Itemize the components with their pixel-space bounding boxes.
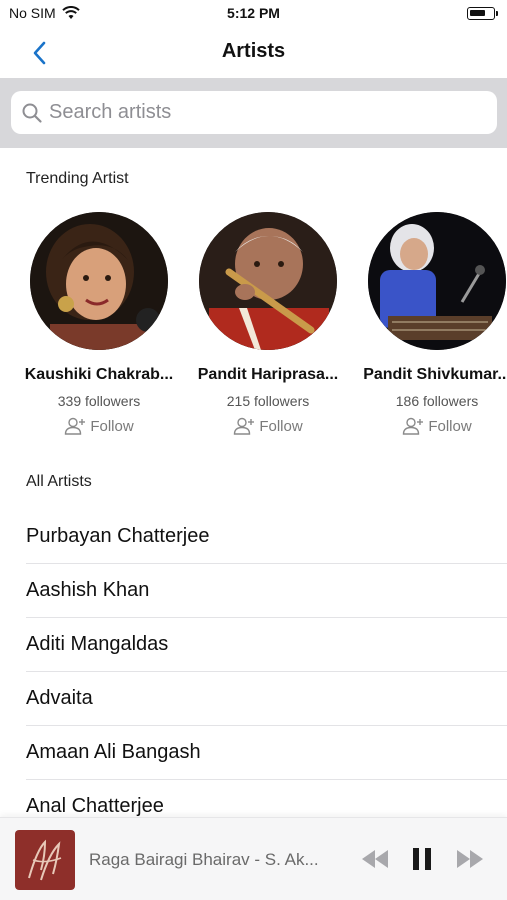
album-art-image: [15, 830, 75, 890]
follow-label: Follow: [428, 417, 472, 435]
list-item[interactable]: Aashish Khan: [26, 564, 507, 618]
list-item[interactable]: Purbayan Chatterjee: [26, 510, 507, 564]
all-artists-heading: All Artists: [26, 473, 92, 490]
list-item[interactable]: Advaita: [26, 672, 507, 726]
nav-bar: Artists: [0, 28, 507, 78]
add-user-icon: [403, 417, 424, 435]
pause-icon[interactable]: [410, 846, 434, 872]
follow-button[interactable]: Follow: [402, 417, 472, 435]
follow-label: Follow: [259, 417, 303, 435]
page-title: Artists: [221, 40, 286, 62]
list-item[interactable]: Amaan Ali Bangash: [26, 726, 507, 780]
artist-list: Purbayan Chatterjee Aashish Khan Aditi M…: [0, 510, 507, 834]
search-bar: [0, 78, 507, 148]
status-time: 5:12 PM: [227, 5, 280, 21]
artist-followers: 339 followers: [57, 393, 141, 409]
artist-followers: 186 followers: [395, 393, 479, 409]
add-user-icon: [65, 417, 86, 435]
status-bar: No SIM 5:12 PM: [0, 0, 507, 28]
follow-label: Follow: [90, 417, 134, 435]
artist-followers: 215 followers: [226, 393, 310, 409]
artist-avatar[interactable]: [30, 212, 168, 350]
trending-artist-card[interactable]: Pandit Shivkumar... 186 followers Follow: [352, 212, 507, 440]
artist-avatar[interactable]: [199, 212, 337, 350]
artist-photo: [30, 212, 168, 350]
search-box[interactable]: [11, 91, 497, 134]
trending-artist-card[interactable]: Pandit Hariprasa... 215 followers Follow: [183, 212, 353, 440]
follow-button[interactable]: Follow: [233, 417, 303, 435]
trending-artists: Kaushiki Chakrab... 339 followers Follow: [0, 212, 507, 442]
battery-icon: [467, 7, 498, 20]
album-art[interactable]: [15, 830, 75, 890]
list-item[interactable]: Aditi Mangaldas: [26, 618, 507, 672]
artist-name: Kaushiki Chakrab...: [24, 366, 174, 383]
search-input[interactable]: [49, 101, 469, 124]
trending-heading: Trending Artist: [26, 170, 129, 187]
fast-forward-icon[interactable]: [455, 846, 485, 872]
artist-name: Pandit Hariprasa...: [197, 366, 339, 383]
rewind-icon[interactable]: [360, 846, 390, 872]
add-user-icon: [234, 417, 255, 435]
artist-avatar[interactable]: [368, 212, 506, 350]
track-title: Raga Bairagi Bhairav - S. Ak...: [89, 850, 319, 869]
artist-name: Pandit Shivkumar...: [363, 366, 507, 383]
artist-photo: [368, 212, 506, 350]
follow-button[interactable]: Follow: [64, 417, 134, 435]
artist-photo: [199, 212, 337, 350]
mini-player[interactable]: Raga Bairagi Bhairav - S. Ak...: [0, 817, 507, 900]
search-icon: [22, 103, 42, 123]
trending-artist-card[interactable]: Kaushiki Chakrab... 339 followers Follow: [14, 212, 184, 440]
